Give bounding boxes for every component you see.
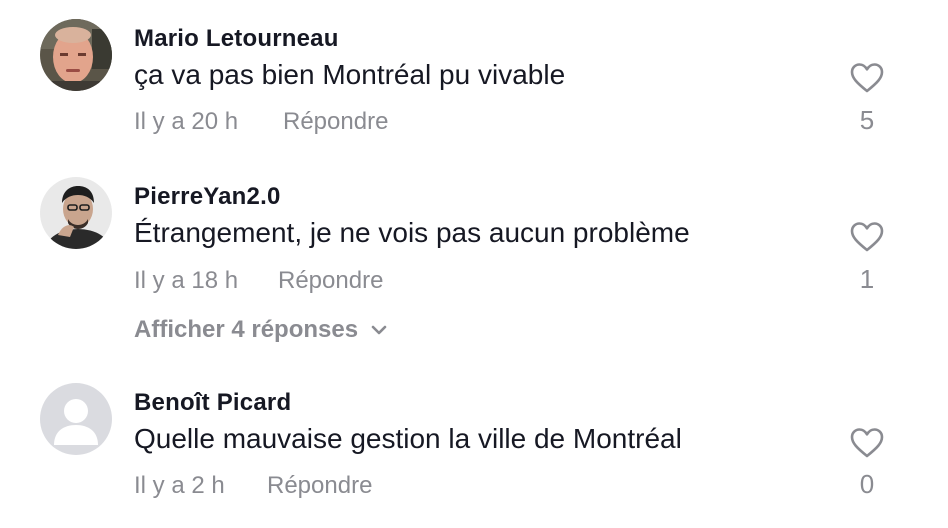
comment-username[interactable]: Benoît Picard bbox=[134, 389, 291, 417]
default-avatar bbox=[40, 383, 112, 455]
comment-text: ça va pas bien Montréal pu vivable bbox=[134, 59, 566, 90]
avatar[interactable] bbox=[40, 383, 112, 455]
reply-button[interactable]: Répondre bbox=[283, 108, 388, 136]
view-replies-button[interactable]: Afficher 4 réponses bbox=[134, 316, 388, 344]
view-replies-label: Afficher 4 réponses bbox=[134, 316, 359, 343]
comment-text: Étrangement, je ne vois pas aucun problè… bbox=[134, 217, 690, 248]
avatar[interactable] bbox=[40, 177, 112, 249]
chevron-down-icon bbox=[371, 325, 387, 335]
heart-outline-icon bbox=[850, 222, 884, 252]
like-button[interactable] bbox=[846, 62, 888, 94]
user-photo-avatar bbox=[40, 19, 112, 91]
like-button[interactable] bbox=[846, 221, 888, 253]
comment-timestamp: Il y a 18 h bbox=[134, 267, 239, 294]
comment-text: Quelle mauvaise gestion la ville de Mont… bbox=[134, 423, 682, 454]
like-count: 1 bbox=[859, 264, 875, 294]
reply-button[interactable]: Répondre bbox=[278, 267, 383, 295]
user-photo-avatar bbox=[40, 177, 112, 249]
heart-outline-icon bbox=[850, 63, 884, 93]
reply-button[interactable]: Répondre bbox=[267, 472, 372, 500]
like-count: 5 bbox=[859, 105, 875, 135]
comment-timestamp: Il y a 20 h bbox=[134, 108, 239, 135]
comment-timestamp: Il y a 2 h bbox=[134, 472, 225, 499]
comment-username[interactable]: Mario Letourneau bbox=[134, 25, 339, 53]
heart-outline-icon bbox=[850, 428, 884, 458]
like-button[interactable] bbox=[846, 427, 888, 459]
avatar[interactable] bbox=[40, 19, 112, 91]
comment-username[interactable]: PierreYan2.0 bbox=[134, 183, 281, 211]
like-count: 0 bbox=[859, 469, 875, 499]
